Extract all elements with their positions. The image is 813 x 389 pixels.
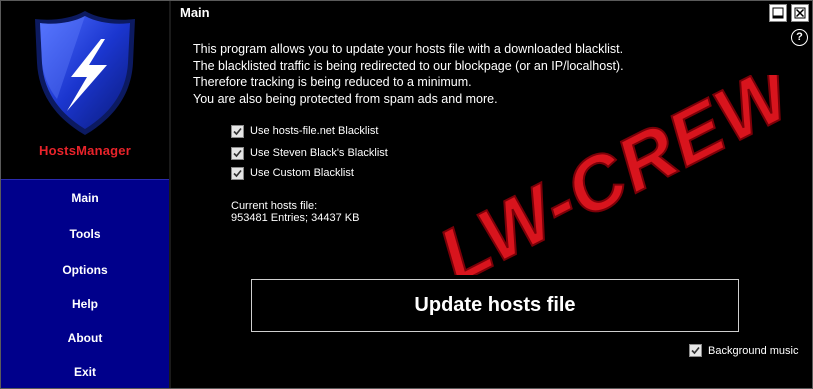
sidebar-item-options[interactable]: Options	[1, 263, 169, 277]
option-hosts-file-net[interactable]: Use hosts-file.net Blacklist	[231, 124, 378, 138]
lw-crew-watermark: LW-CREW	[426, 75, 806, 275]
background-music-label: Background music	[708, 344, 799, 357]
sidebar: HostsManager Main Tools Options Help Abo…	[1, 1, 169, 388]
page-title: Main	[180, 5, 210, 20]
checkbox-checked-icon[interactable]	[231, 166, 244, 180]
option-label: Use Steven Black's Blacklist	[250, 147, 388, 159]
background-music-toggle[interactable]: Background music	[689, 344, 799, 357]
update-hosts-button[interactable]: Update hosts file	[251, 279, 739, 332]
app-name: HostsManager	[39, 143, 131, 158]
logo-area: HostsManager	[1, 1, 169, 179]
option-custom-blacklist[interactable]: Use Custom Blacklist	[231, 166, 354, 180]
app-window: HostsManager Main Tools Options Help Abo…	[0, 0, 813, 389]
checkbox-checked-icon[interactable]	[689, 344, 702, 357]
shield-lightning-icon	[35, 11, 135, 135]
sidebar-item-help[interactable]: Help	[1, 297, 169, 311]
sidebar-item-exit[interactable]: Exit	[1, 365, 169, 379]
hosts-file-value: 953481 Entries; 34437 KB	[231, 212, 360, 224]
checkbox-checked-icon[interactable]	[231, 146, 244, 160]
help-icon[interactable]: ?	[791, 29, 808, 46]
intro-line: The blacklisted traffic is being redirec…	[193, 58, 624, 73]
intro-line: This program allows you to update your h…	[193, 42, 624, 56]
sidebar-item-tools[interactable]: Tools	[1, 227, 169, 241]
main-panel: Main ? This program allows you to update…	[171, 1, 812, 388]
option-label: Use Custom Blacklist	[250, 167, 354, 179]
minimize-icon	[772, 7, 784, 19]
sidebar-item-main[interactable]: Main	[1, 191, 169, 205]
checkbox-checked-icon[interactable]	[231, 124, 244, 138]
hosts-file-label: Current hosts file:	[231, 200, 318, 212]
close-button[interactable]	[791, 4, 809, 22]
option-label: Use hosts-file.net Blacklist	[250, 125, 379, 137]
sidebar-nav: Main Tools Options Help About Exit	[1, 179, 169, 388]
close-icon	[794, 7, 806, 19]
sidebar-item-about[interactable]: About	[1, 331, 169, 345]
minimize-button[interactable]	[769, 4, 787, 22]
hosts-file-info: Current hosts file: 953481 Entries; 3443…	[231, 200, 359, 224]
watermark-text: LW-CREW	[426, 75, 806, 275]
option-steven-black[interactable]: Use Steven Black's Blacklist	[231, 146, 388, 160]
